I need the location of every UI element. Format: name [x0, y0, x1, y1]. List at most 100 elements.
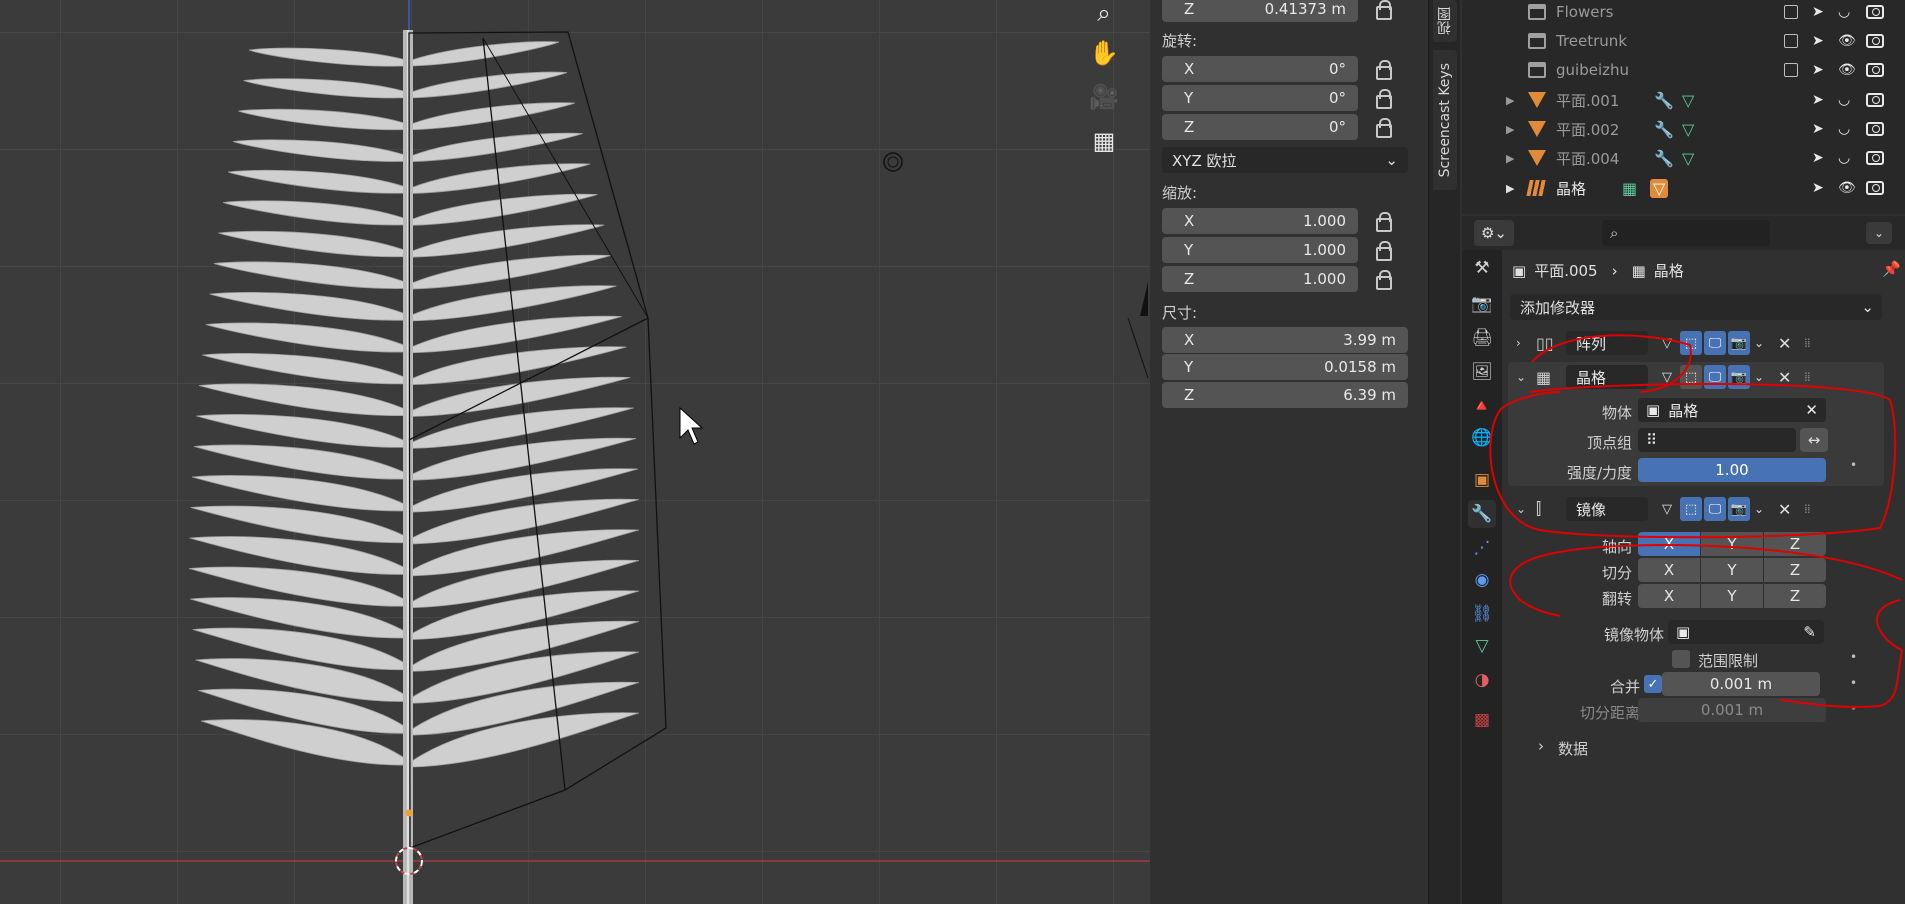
lattice-object-field[interactable]: ▣ 晶格 ✕	[1638, 398, 1826, 422]
hidden-icon[interactable]: ◡	[1838, 150, 1850, 166]
tool-tab-icon[interactable]: ⚒	[1468, 254, 1496, 282]
outliner-row[interactable]: guibeizhu ➤ 👁	[1462, 58, 1905, 82]
clear-icon[interactable]: ✕	[1805, 401, 1818, 419]
wrench-icon[interactable]: 🔧	[1654, 91, 1674, 110]
render-icon[interactable]	[1866, 63, 1884, 77]
editor-type-icon[interactable]: ⚙⌄	[1474, 220, 1514, 246]
drag-handle-icon[interactable]: ⁞⁞	[1804, 370, 1811, 384]
eye-icon[interactable]: 👁	[1838, 33, 1856, 49]
render-icon[interactable]	[1866, 181, 1884, 195]
lock-icon[interactable]	[1372, 241, 1394, 261]
render-tab-icon[interactable]: 📷	[1468, 290, 1496, 318]
chevron-down-icon[interactable]: ⌄	[1754, 370, 1764, 384]
output-tab-icon[interactable]: 🖨	[1468, 324, 1496, 352]
realtime-toggle[interactable]: 🖵	[1704, 331, 1726, 355]
axis-y-toggle[interactable]: Y	[1701, 532, 1763, 556]
exclude-checkbox[interactable]	[1784, 34, 1798, 48]
object-tab-icon[interactable]: ▣	[1468, 466, 1496, 494]
keyframe-dot-icon[interactable]: •	[1850, 676, 1857, 690]
render-toggle[interactable]: 📷	[1728, 497, 1750, 521]
merge-distance-field[interactable]: 0.001 m	[1662, 672, 1820, 696]
vertex-group-field[interactable]: ⠿	[1638, 428, 1796, 452]
modifier-name-field[interactable]: 镜像	[1566, 497, 1648, 521]
bisect-x-toggle[interactable]: X	[1638, 558, 1700, 582]
hidden-icon[interactable]: ◡	[1838, 4, 1850, 20]
flip-z-toggle[interactable]: Z	[1764, 584, 1826, 608]
edit-mode-toggle[interactable]: ⬚	[1680, 365, 1702, 389]
hand-pan-icon[interactable]: ✋	[1082, 34, 1126, 72]
outliner-row[interactable]: ▶ 平面.001 🔧 ▽ ➤ ◡	[1462, 88, 1905, 112]
lock-icon[interactable]	[1372, 270, 1394, 290]
eye-icon[interactable]: 👁	[1838, 180, 1856, 196]
flip-y-toggle[interactable]: Y	[1701, 584, 1763, 608]
render-icon[interactable]	[1866, 93, 1884, 107]
selectable-icon[interactable]: ➤	[1812, 4, 1824, 20]
lock-icon[interactable]	[1372, 60, 1394, 80]
eyedropper-icon[interactable]: ✎	[1803, 623, 1816, 641]
flip-x-toggle[interactable]: X	[1638, 584, 1700, 608]
mesh-data-icon[interactable]: ▽	[1682, 149, 1694, 168]
render-icon[interactable]	[1866, 5, 1884, 19]
exclude-checkbox[interactable]	[1784, 63, 1798, 77]
view-layer-tab-icon[interactable]: 🖼	[1468, 358, 1496, 386]
dimensions-z-field[interactable]: Z 6.39 m	[1162, 382, 1408, 408]
render-icon[interactable]	[1866, 34, 1884, 48]
close-icon[interactable]: ✕	[1778, 368, 1791, 387]
chevron-right-icon[interactable]: ›	[1538, 737, 1544, 755]
lock-icon[interactable]	[1372, 89, 1394, 109]
modifier-tab-icon[interactable]: 🔧	[1468, 500, 1496, 528]
modifier-name-field[interactable]: 晶格	[1566, 365, 1648, 389]
bisect-distance-field[interactable]: 0.001 m	[1638, 698, 1826, 722]
wrench-icon[interactable]: 🔧	[1654, 120, 1674, 139]
tab-screencast-keys[interactable]: Screencast Keys	[1433, 50, 1457, 190]
lock-icon[interactable]	[1372, 0, 1394, 20]
outliner-row[interactable]: ▶ 晶格 ▦ ▽ ➤ 👁	[1462, 176, 1905, 200]
tab-view[interactable]: 视图	[1433, 0, 1457, 42]
selectable-icon[interactable]: ➤	[1812, 150, 1824, 166]
close-icon[interactable]: ✕	[1778, 500, 1791, 519]
chevron-right-icon[interactable]: ›	[1516, 336, 1521, 350]
chevron-down-icon[interactable]: ⌄	[1516, 502, 1526, 516]
pin-icon[interactable]: 📌	[1882, 260, 1901, 278]
render-toggle[interactable]: 📷	[1728, 331, 1750, 355]
clipping-checkbox[interactable]	[1672, 650, 1690, 668]
exclude-checkbox[interactable]	[1784, 5, 1798, 19]
location-z-field[interactable]: Z 0.41373 m	[1162, 0, 1358, 22]
particles-tab-icon[interactable]: ⋰	[1468, 534, 1496, 562]
close-icon[interactable]: ✕	[1778, 334, 1791, 353]
keyframe-dot-icon[interactable]: •	[1850, 702, 1857, 716]
scene-tab-icon[interactable]: 🔺	[1468, 392, 1496, 420]
lock-icon[interactable]	[1372, 118, 1394, 138]
constraints-tab-icon[interactable]: ⛓	[1468, 600, 1496, 628]
axis-z-toggle[interactable]: Z	[1764, 532, 1826, 556]
hidden-icon[interactable]: ◡	[1838, 121, 1850, 137]
expand-arrow-icon[interactable]: ▶	[1506, 152, 1514, 165]
chevron-down-icon[interactable]: ⌄	[1754, 336, 1764, 350]
keyframe-dot-icon[interactable]: •	[1850, 650, 1857, 664]
keyframe-dot-icon[interactable]: •	[1850, 458, 1857, 472]
realtime-toggle[interactable]: 🖵	[1704, 365, 1726, 389]
selectable-icon[interactable]: ➤	[1812, 121, 1824, 137]
bisect-y-toggle[interactable]: Y	[1701, 558, 1763, 582]
edit-mode-toggle[interactable]: ⬚	[1680, 497, 1702, 521]
scale-y-field[interactable]: Y 1.000	[1162, 237, 1358, 263]
data-subpanel-row[interactable]: › 数据	[1508, 734, 1884, 760]
render-toggle[interactable]: 📷	[1728, 365, 1750, 389]
selectable-icon[interactable]: ➤	[1812, 180, 1824, 196]
rotation-mode-select[interactable]: XYZ 欧拉 ⌄	[1162, 147, 1408, 173]
merge-checkbox[interactable]: ✓	[1644, 675, 1662, 693]
edit-cage-icon[interactable]: ▽	[1656, 331, 1678, 355]
render-icon[interactable]	[1866, 122, 1884, 136]
lattice-data-icon[interactable]: ▦	[1622, 179, 1637, 198]
eye-icon[interactable]: 👁	[1838, 62, 1856, 78]
grid-ortho-icon[interactable]: ▦	[1082, 122, 1126, 160]
active-object-icon[interactable]: ▽	[1650, 178, 1669, 198]
selectable-icon[interactable]: ➤	[1812, 33, 1824, 49]
texture-tab-icon[interactable]: ▩	[1468, 706, 1496, 734]
outliner-row[interactable]: Treetrunk ➤ 👁	[1462, 29, 1905, 53]
zoom-icon[interactable]: ⌕	[1082, 0, 1126, 32]
drag-handle-icon[interactable]: ⁞⁞	[1804, 336, 1811, 350]
chevron-down-icon[interactable]: ⌄	[1754, 502, 1764, 516]
lock-icon[interactable]	[1372, 212, 1394, 232]
rotation-y-field[interactable]: Y 0°	[1162, 85, 1358, 111]
